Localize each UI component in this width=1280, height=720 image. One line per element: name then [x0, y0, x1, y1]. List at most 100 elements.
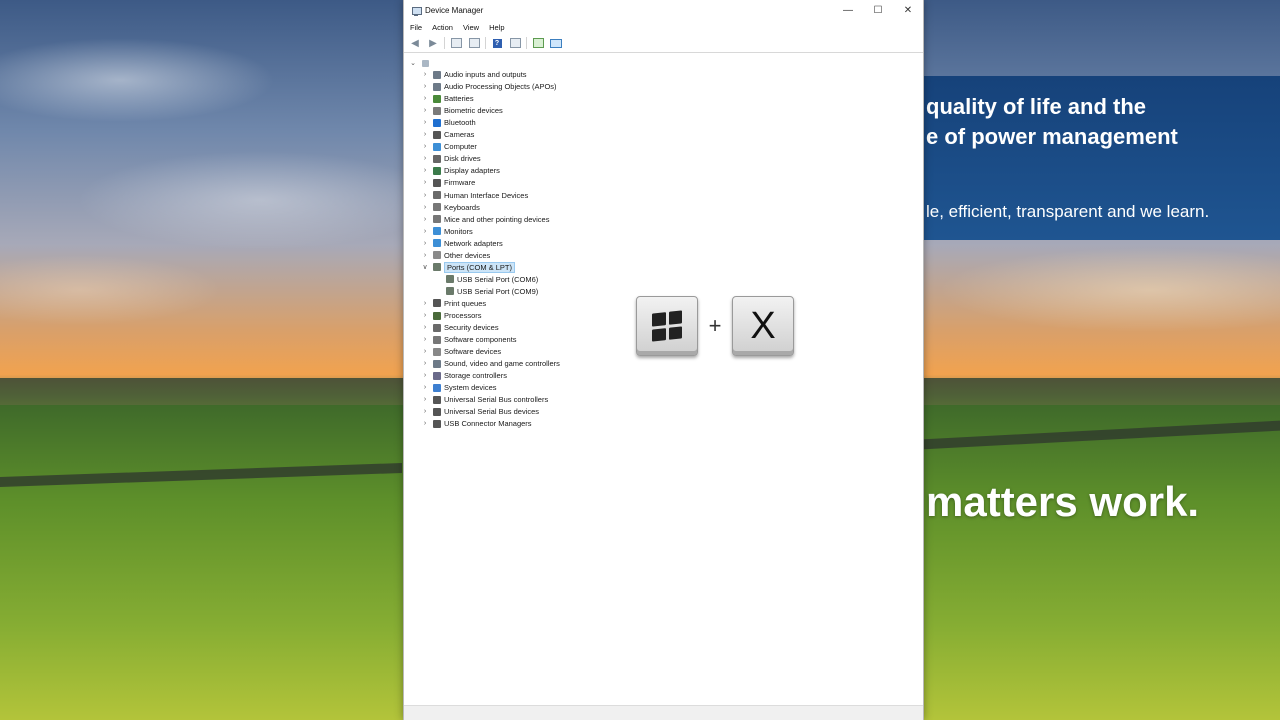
- folder-icon: [433, 383, 441, 392]
- chevron-right-icon[interactable]: ›: [420, 107, 430, 114]
- tree-item[interactable]: › Security devices: [420, 322, 499, 333]
- tree-item[interactable]: › Disk drives: [420, 153, 481, 164]
- chevron-right-icon[interactable]: ›: [420, 312, 430, 319]
- chevron-right-icon[interactable]: ›: [420, 240, 430, 247]
- chevron-down-icon[interactable]: ⌄: [408, 59, 418, 67]
- minimize-button[interactable]: —: [833, 0, 863, 21]
- tree-item[interactable]: › Keyboards: [420, 202, 480, 213]
- chevron-right-icon[interactable]: ›: [420, 360, 430, 367]
- speaker-icon: [433, 359, 441, 368]
- chevron-right-icon[interactable]: ›: [420, 143, 430, 150]
- tree-item[interactable]: › Network adapters: [420, 238, 503, 249]
- tree-item-label: Ports (COM & LPT): [444, 261, 516, 273]
- chevron-right-icon[interactable]: ›: [420, 95, 430, 102]
- tree-item[interactable]: › Software devices: [420, 346, 501, 357]
- tree-item-label: Software components: [444, 335, 517, 345]
- chevron-right-icon[interactable]: ›: [420, 71, 430, 78]
- tree-item[interactable]: › Software components: [420, 334, 517, 345]
- tree-child-item[interactable]: USB Serial Port (COM9): [443, 286, 538, 297]
- tree-item[interactable]: › Universal Serial Bus controllers: [420, 394, 548, 405]
- tree-item-label: Sound, video and game controllers: [444, 359, 560, 369]
- tree-item-label: Network adapters: [444, 238, 503, 248]
- menu-action[interactable]: Action: [432, 23, 453, 32]
- show-hidden-icon[interactable]: [467, 37, 481, 49]
- tree-item[interactable]: › Audio Processing Objects (APOs): [420, 81, 557, 92]
- tree-item-label: Computer: [444, 142, 477, 152]
- chevron-right-icon[interactable]: ›: [420, 83, 430, 90]
- tree-item-label: Human Interface Devices: [444, 190, 529, 200]
- chevron-right-icon[interactable]: ›: [420, 216, 430, 223]
- chevron-right-icon[interactable]: ›: [420, 300, 430, 307]
- display-adapter-icon: [433, 166, 441, 175]
- chevron-right-icon[interactable]: ›: [420, 324, 430, 331]
- tree-item-label: Cameras: [444, 130, 475, 140]
- chevron-right-icon[interactable]: ›: [420, 204, 430, 211]
- processor-icon: [433, 311, 441, 320]
- tree-item[interactable]: › Display adapters: [420, 165, 500, 176]
- chevron-right-icon[interactable]: ›: [420, 348, 430, 355]
- chevron-right-icon[interactable]: ›: [420, 192, 430, 199]
- tree-item[interactable]: ∨ Ports (COM & LPT): [420, 261, 516, 273]
- chevron-right-icon[interactable]: ›: [420, 131, 430, 138]
- tree-item[interactable]: › Processors: [420, 310, 482, 321]
- usb-icon: [433, 419, 441, 428]
- tree-item[interactable]: › Universal Serial Bus devices: [420, 406, 539, 417]
- tree-item[interactable]: › Print queues: [420, 298, 486, 309]
- monitor-icon: [433, 227, 441, 236]
- menu-help[interactable]: Help: [489, 23, 504, 32]
- properties-icon[interactable]: [449, 37, 463, 49]
- tree-item[interactable]: › Other devices: [420, 250, 490, 261]
- tree-item[interactable]: › Biometric devices: [420, 105, 503, 116]
- tree-item[interactable]: › Monitors: [420, 226, 473, 237]
- chevron-right-icon[interactable]: ›: [420, 384, 430, 391]
- tree-item[interactable]: › Computer: [420, 141, 477, 152]
- usb-icon: [433, 395, 441, 404]
- tree-item-label: Firmware: [444, 178, 476, 188]
- close-button[interactable]: ✕: [893, 0, 923, 21]
- chevron-right-icon[interactable]: ›: [420, 228, 430, 235]
- tree-item[interactable]: › Batteries: [420, 93, 474, 104]
- tree-child-item[interactable]: USB Serial Port (COM6): [443, 274, 538, 285]
- port-icon: [446, 275, 454, 284]
- chevron-right-icon[interactable]: ›: [420, 119, 430, 126]
- help-icon[interactable]: ?: [490, 37, 504, 49]
- scan-hardware-icon[interactable]: [531, 37, 545, 49]
- menu-view[interactable]: View: [463, 23, 479, 32]
- chevron-right-icon[interactable]: ›: [420, 336, 430, 343]
- tree-item[interactable]: › System devices: [420, 382, 497, 393]
- chevron-right-icon[interactable]: ›: [420, 155, 430, 162]
- tree-item[interactable]: › Mice and other pointing devices: [420, 214, 550, 225]
- banner-line-2: e of power management: [926, 124, 1178, 149]
- tree-item-label: Batteries: [444, 94, 474, 104]
- chevron-right-icon[interactable]: ›: [420, 396, 430, 403]
- chevron-down-icon[interactable]: ∨: [420, 263, 430, 271]
- back-arrow-icon[interactable]: ◀: [408, 37, 422, 49]
- chevron-right-icon[interactable]: ›: [420, 252, 430, 259]
- chevron-right-icon[interactable]: ›: [420, 372, 430, 379]
- window-title: Device Manager: [425, 6, 484, 15]
- monitor-icon[interactable]: [549, 37, 563, 49]
- tree-item[interactable]: › USB Connector Managers: [420, 418, 532, 429]
- title-bar[interactable]: Device Manager — ☐ ✕: [404, 0, 923, 21]
- tree-item-label: USB Connector Managers: [444, 419, 532, 429]
- mouse-icon: [433, 215, 441, 224]
- tree-item[interactable]: › Storage controllers: [420, 370, 507, 381]
- chevron-right-icon[interactable]: ›: [420, 167, 430, 174]
- tree-item[interactable]: › Firmware: [420, 177, 475, 188]
- forward-arrow-icon[interactable]: ▶: [426, 37, 440, 49]
- tree-item[interactable]: › Audio inputs and outputs: [420, 69, 527, 80]
- tree-item[interactable]: › Bluetooth: [420, 117, 476, 128]
- chevron-right-icon[interactable]: ›: [420, 420, 430, 427]
- chevron-right-icon[interactable]: ›: [420, 179, 430, 186]
- chevron-right-icon[interactable]: ›: [420, 408, 430, 415]
- tree-item[interactable]: › Cameras: [420, 129, 475, 140]
- tree-item[interactable]: › Sound, video and game controllers: [420, 358, 560, 369]
- tree-item[interactable]: › Human Interface Devices: [420, 190, 528, 201]
- tree-root[interactable]: ⌄: [408, 58, 432, 68]
- port-icon: [433, 263, 441, 272]
- toolbar-separator: [526, 37, 527, 49]
- camera-icon: [433, 130, 441, 139]
- maximize-button[interactable]: ☐: [863, 0, 893, 21]
- update-driver-icon[interactable]: [508, 37, 522, 49]
- menu-file[interactable]: File: [410, 23, 422, 32]
